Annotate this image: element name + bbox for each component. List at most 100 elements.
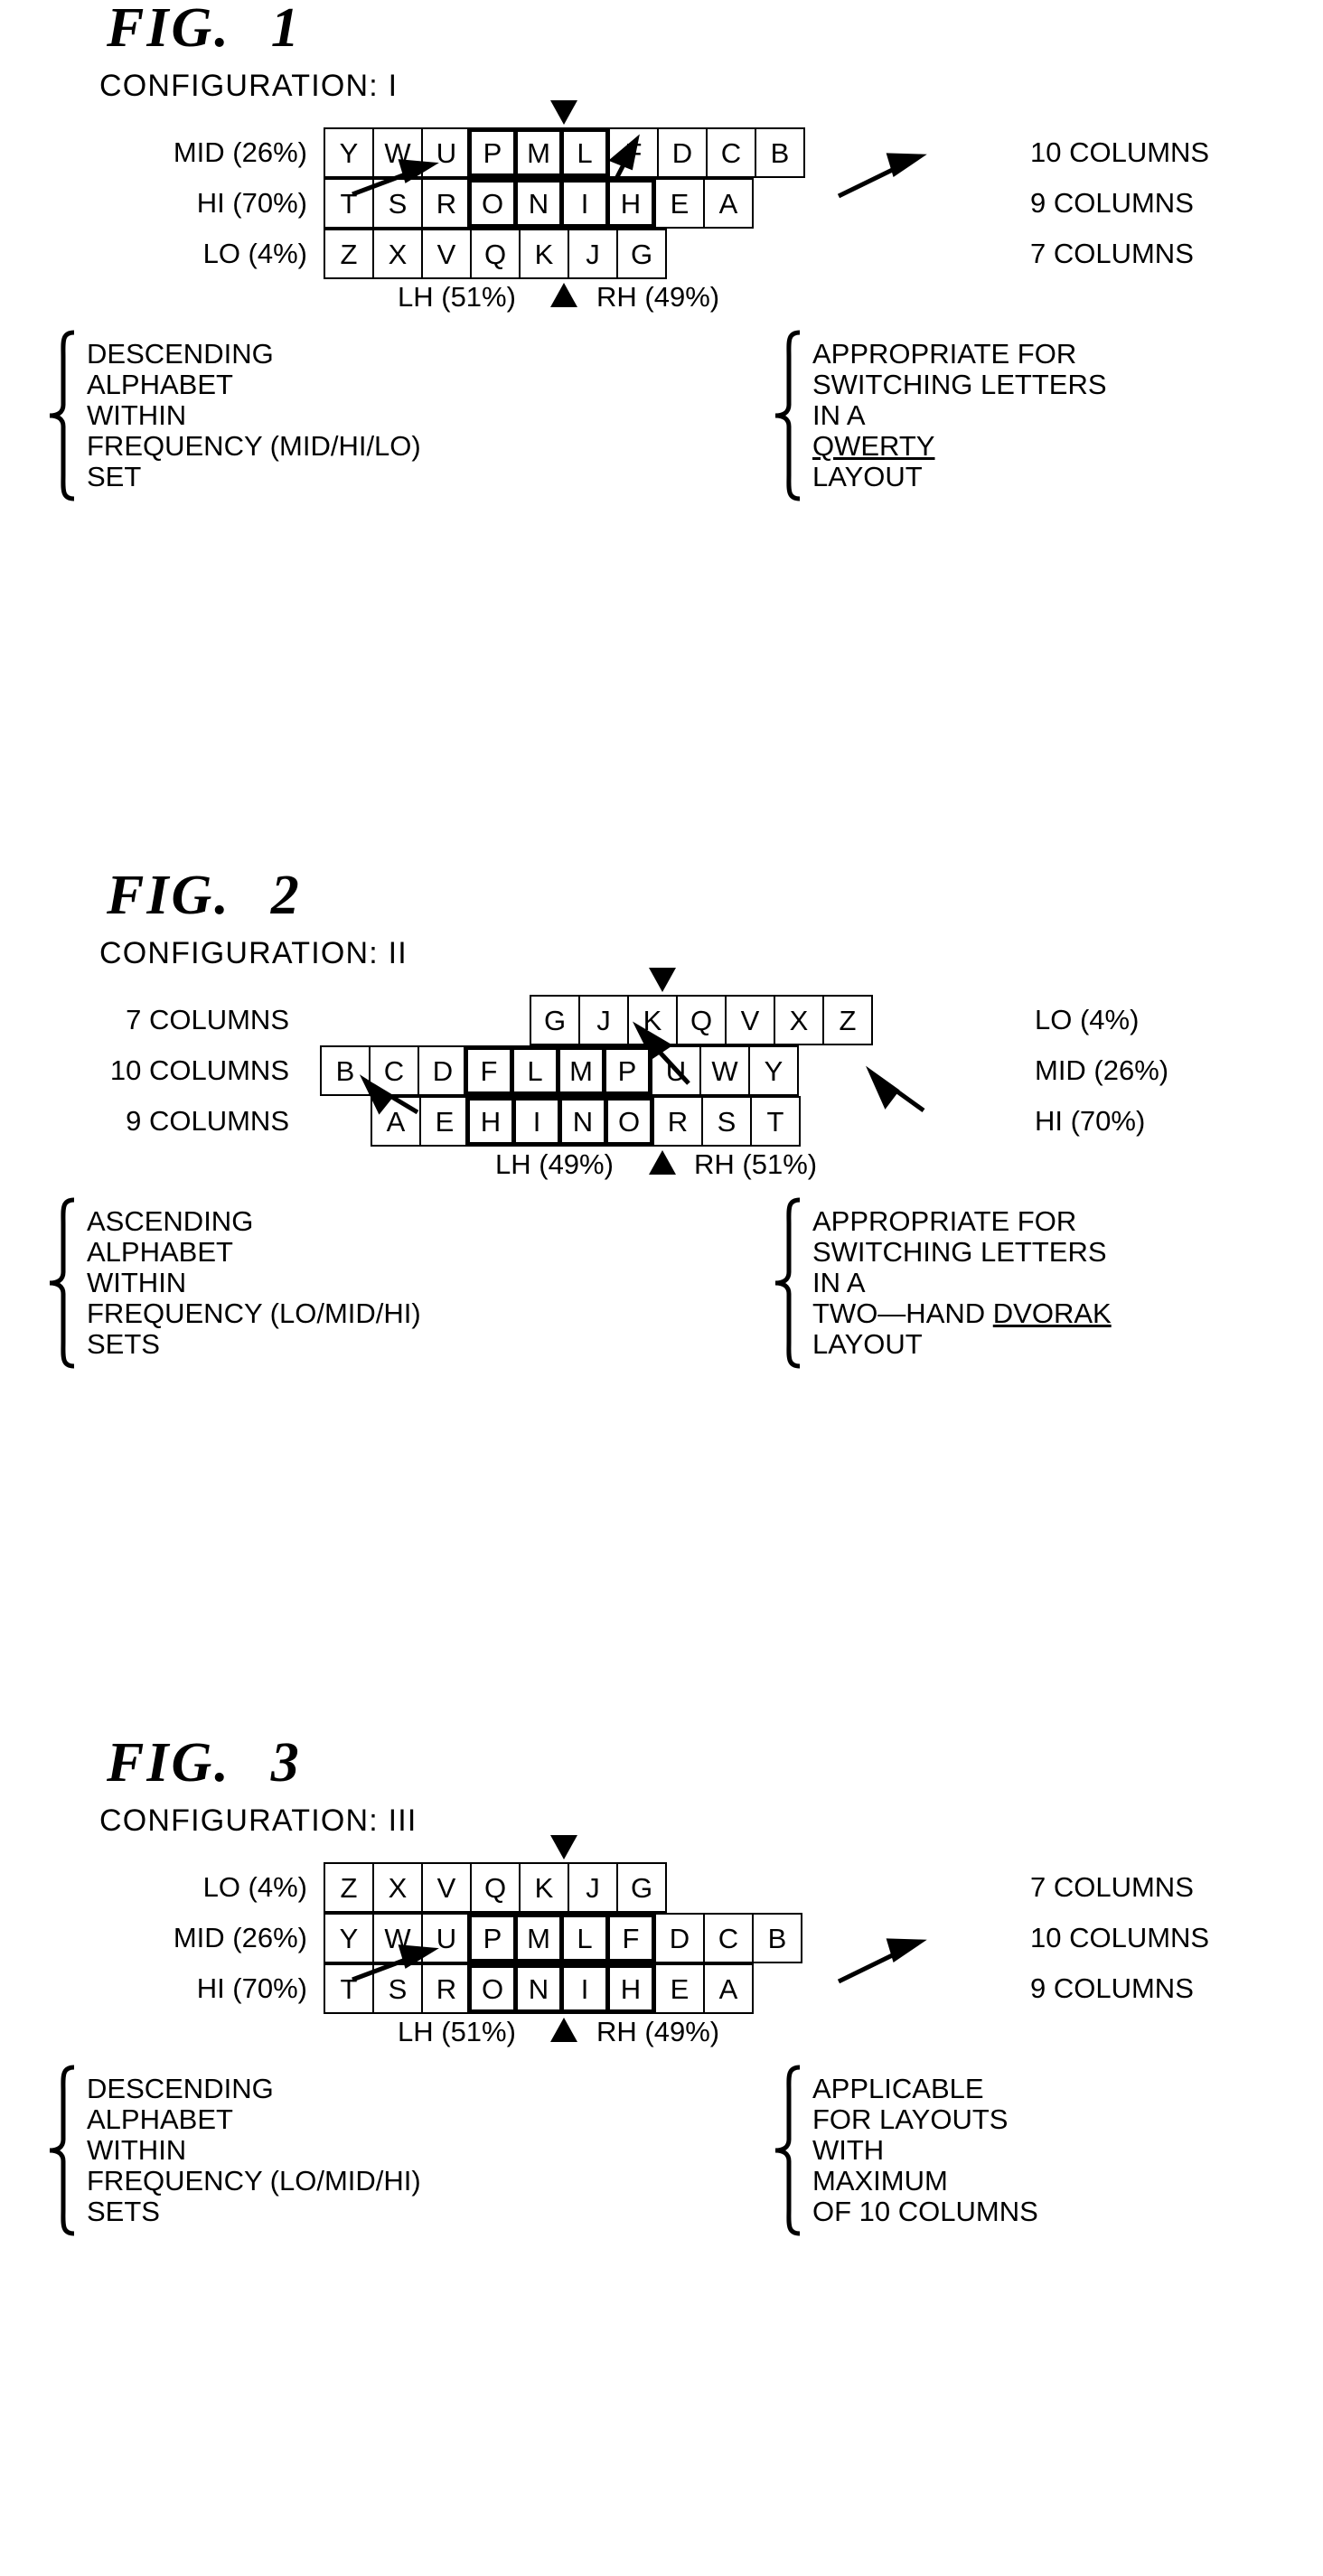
key-cell[interactable]: P (602, 1045, 652, 1096)
key-cell[interactable]: M (513, 127, 564, 178)
key-cell[interactable]: I (559, 178, 610, 229)
key-cell[interactable]: H (465, 1096, 516, 1147)
key-cell[interactable]: U (421, 127, 472, 178)
key-cell[interactable]: Y (748, 1045, 799, 1096)
figure-1-row-cols-mid: 10 COLUMNS (1030, 136, 1210, 168)
triangle-up-icon (550, 283, 577, 307)
key-cell[interactable]: Z (324, 229, 374, 279)
key-cell[interactable]: N (558, 1096, 608, 1147)
key-cell[interactable]: M (556, 1045, 606, 1096)
key-cell[interactable]: U (421, 1913, 472, 1963)
key-cell[interactable]: Z (324, 1862, 374, 1913)
figure-3-title: FIG. 3 (107, 1732, 302, 1794)
key-cell[interactable]: F (605, 1913, 656, 1963)
key-cell[interactable]: S (701, 1096, 752, 1147)
note-line-prefix: TWO—HAND (812, 1297, 993, 1329)
key-cell[interactable]: Q (470, 1862, 521, 1913)
key-cell[interactable]: A (703, 178, 754, 229)
key-cell[interactable]: N (513, 1963, 564, 2014)
key-cell[interactable]: E (419, 1096, 470, 1147)
key-cell[interactable]: O (604, 1096, 654, 1147)
key-cell[interactable]: W (372, 1913, 423, 1963)
key-cell[interactable]: N (513, 178, 564, 229)
figure-3-row-label-lo: LO (4%) (202, 1871, 307, 1903)
key-cell[interactable]: G (530, 995, 580, 1045)
key-cell[interactable]: Z (822, 995, 873, 1045)
key-cell[interactable]: B (755, 127, 805, 178)
key-cell[interactable]: J (568, 1862, 618, 1913)
key-cell[interactable]: E (654, 1963, 705, 2014)
figure-1-row-label-mid: MID (26%) (173, 136, 307, 168)
key-cell[interactable]: F (464, 1045, 514, 1096)
key-cell[interactable]: C (369, 1045, 419, 1096)
key-cell[interactable]: R (421, 178, 472, 229)
note-line: IN A (812, 399, 866, 431)
key-cell[interactable]: T (750, 1096, 801, 1147)
key-cell[interactable]: G (616, 1862, 667, 1913)
key-cell[interactable]: F (608, 127, 659, 178)
key-cell[interactable]: W (699, 1045, 750, 1096)
figure-2-configuration: CONFIGURATION: II (99, 936, 408, 970)
figure-1-title: FIG. 1 (107, 0, 302, 59)
note-line: DESCENDING (87, 338, 274, 370)
figure-1-notes: DESCENDING ALPHABET WITHIN FREQUENCY (MI… (0, 330, 1323, 520)
key-cell[interactable]: T (324, 1963, 374, 2014)
key-cell[interactable]: V (421, 229, 472, 279)
key-cell[interactable]: C (703, 1913, 754, 1963)
key-cell[interactable]: W (372, 127, 423, 178)
key-cell[interactable]: S (372, 1963, 423, 2014)
key-cell[interactable]: J (568, 229, 618, 279)
note-line: SWITCHING LETTERS (812, 1236, 1107, 1268)
key-cell[interactable]: O (467, 1963, 518, 2014)
figure-3-notes: DESCENDING ALPHABET WITHIN FREQUENCY (LO… (0, 2065, 1323, 2254)
key-cell[interactable]: J (578, 995, 629, 1045)
key-cell[interactable]: Y (324, 1913, 374, 1963)
key-cell[interactable]: B (320, 1045, 371, 1096)
key-cell[interactable]: Q (470, 229, 521, 279)
key-cell[interactable]: Y (324, 127, 374, 178)
key-cell[interactable]: O (467, 178, 518, 229)
key-cell[interactable]: K (519, 229, 569, 279)
key-cell[interactable]: B (752, 1913, 802, 1963)
note-line: APPROPRIATE FOR (812, 1205, 1077, 1237)
key-cell[interactable]: T (324, 178, 374, 229)
triangle-up-icon (550, 2018, 577, 2042)
figure-1-note-right: APPROPRIATE FOR SWITCHING LETTERS IN A Q… (773, 330, 1107, 501)
key-cell[interactable]: R (421, 1963, 472, 2014)
key-cell[interactable]: U (651, 1045, 701, 1096)
key-cell[interactable]: D (657, 127, 708, 178)
key-cell[interactable]: X (774, 995, 824, 1045)
key-cell[interactable]: S (372, 178, 423, 229)
key-cell[interactable]: V (725, 995, 775, 1045)
key-cell[interactable]: D (654, 1913, 705, 1963)
key-cell[interactable]: P (467, 1913, 518, 1963)
note-line: WITHIN (87, 2134, 187, 2166)
key-cell[interactable]: E (654, 178, 705, 229)
key-cell[interactable]: H (605, 1963, 656, 2014)
key-cell[interactable]: I (559, 1963, 610, 2014)
key-cell[interactable]: M (513, 1913, 564, 1963)
key-cell[interactable]: L (559, 127, 610, 178)
key-cell[interactable]: K (627, 995, 678, 1045)
key-cell[interactable]: C (706, 127, 756, 178)
key-cell[interactable]: A (371, 1096, 421, 1147)
key-cell[interactable]: D (418, 1045, 468, 1096)
key-cell[interactable]: I (511, 1096, 562, 1147)
figure-1-configuration: CONFIGURATION: I (99, 69, 399, 103)
key-cell[interactable]: P (467, 127, 518, 178)
note-line: LAYOUT (812, 461, 923, 492)
key-cell[interactable]: X (372, 229, 423, 279)
key-cell[interactable]: R (652, 1096, 703, 1147)
key-cell[interactable]: G (616, 229, 667, 279)
figure-1-hand-right: RH (49%) (596, 281, 720, 313)
note-line: OF 10 COLUMNS (812, 2196, 1038, 2227)
key-cell[interactable]: K (519, 1862, 569, 1913)
key-cell[interactable]: L (559, 1913, 610, 1963)
key-cell[interactable]: X (372, 1862, 423, 1913)
key-cell[interactable]: Q (676, 995, 727, 1045)
key-cell[interactable]: A (703, 1963, 754, 2014)
key-cell[interactable]: L (510, 1045, 560, 1096)
key-cell[interactable]: V (421, 1862, 472, 1913)
key-cell[interactable]: H (605, 178, 656, 229)
table-row: TSRONIHEA (324, 1963, 754, 2014)
